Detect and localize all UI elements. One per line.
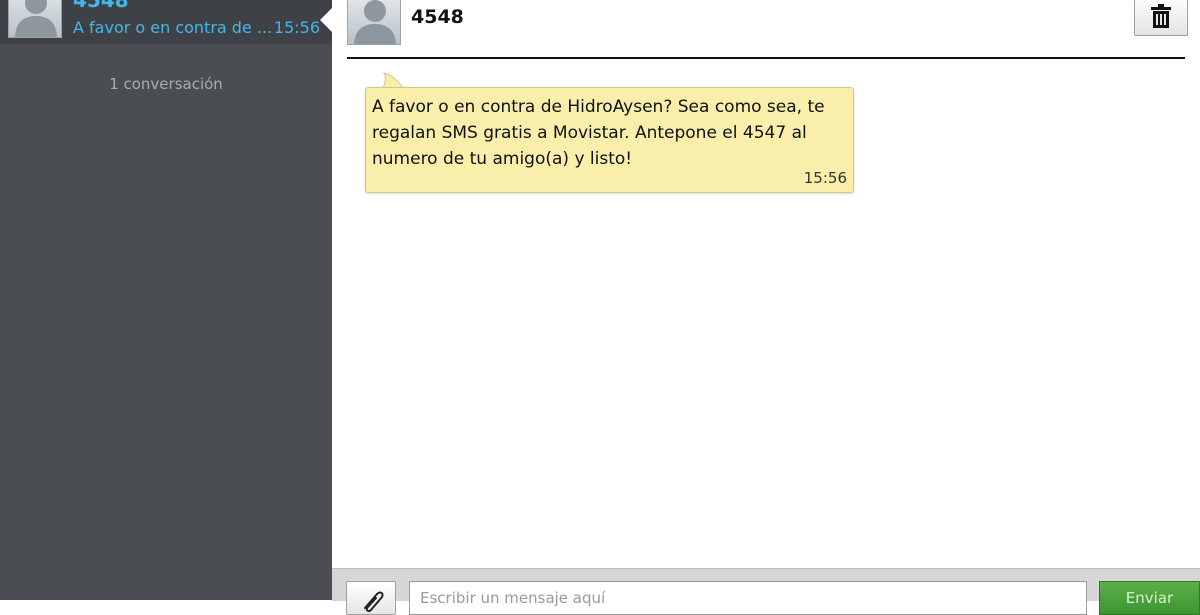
attach-button[interactable] (346, 581, 396, 615)
conversation-item[interactable]: 4548 A favor o en contra de ... 15:56 (0, 0, 332, 44)
conversation-time: 15:56 (273, 18, 320, 37)
message-bubble[interactable]: A favor o en contra de HidroAysen? Sea c… (365, 87, 854, 193)
compose-bar: Enviar (332, 568, 1200, 615)
message-thread: 4548 A favor o en contra de HidroAysen? … (332, 0, 1200, 615)
selection-pointer-icon (320, 8, 332, 32)
conversation-count: 1 conversación (109, 75, 223, 93)
conversation-name: 4548 (73, 0, 129, 12)
message-text: A favor o en contra de HidroAysen? Sea c… (372, 97, 825, 169)
header-divider (347, 57, 1185, 59)
thread-title: 4548 (411, 6, 464, 28)
paperclip-icon (364, 591, 384, 613)
message-time: 15:56 (803, 169, 847, 187)
message-input[interactable] (409, 581, 1087, 615)
conversation-preview: A favor o en contra de ... (73, 18, 273, 37)
trash-icon (1151, 4, 1171, 28)
send-button[interactable]: Enviar (1099, 581, 1200, 615)
header-avatar-icon (347, 0, 401, 45)
conversation-list: 4548 A favor o en contra de ... 15:56 1 … (0, 0, 332, 600)
contact-avatar-icon (8, 0, 62, 38)
delete-button[interactable] (1134, 0, 1188, 36)
